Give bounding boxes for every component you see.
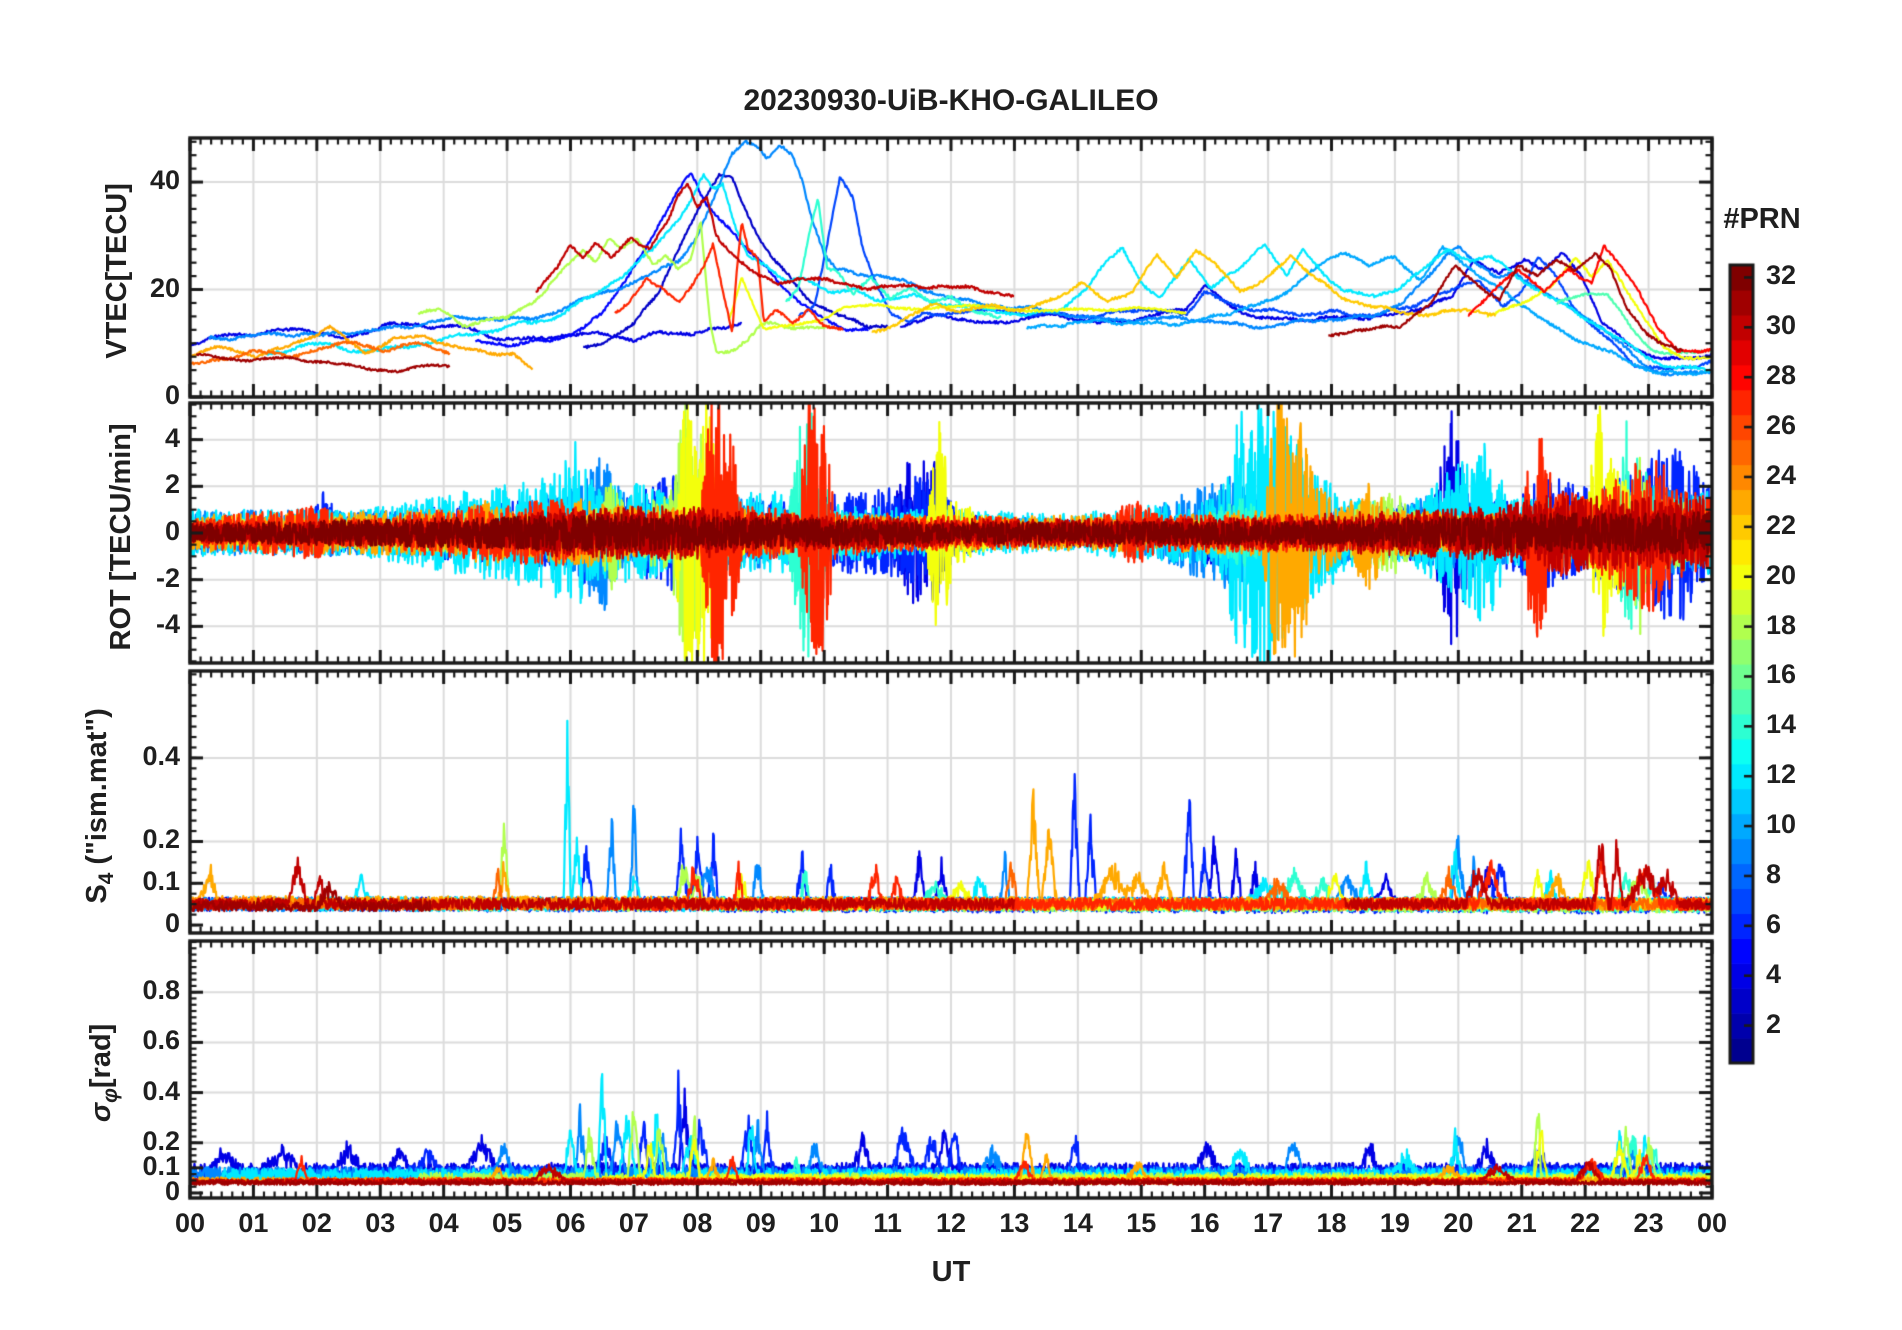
figure: 20230930-UiB-KHO-GALILEO VTEC[TECU] ROT …: [0, 0, 1902, 1330]
colorbar-tick-label: 14: [1766, 709, 1796, 740]
y-tick-label: 40: [0, 165, 180, 196]
colorbar-tick-label: 28: [1766, 360, 1796, 391]
y-tick-label: 0.2: [0, 824, 180, 855]
y-tick-label: 0.1: [0, 866, 180, 897]
y-tick-label: 20: [0, 273, 180, 304]
colorbar-tick-label: 18: [1766, 610, 1796, 641]
colorbar-title: #PRN: [1700, 203, 1824, 236]
y-tick-label: 0: [0, 516, 180, 547]
chart-title: 20230930-UiB-KHO-GALILEO: [190, 84, 1712, 118]
y-tick-label: 0.4: [0, 1076, 180, 1107]
colorbar-tick-label: 22: [1766, 510, 1796, 541]
colorbar-tick-label: 4: [1766, 959, 1781, 990]
colorbar-tick-label: 6: [1766, 909, 1781, 940]
y-tick-label: 0: [0, 908, 180, 939]
y-tick-label: 2: [0, 469, 180, 500]
colorbar-tick-label: 8: [1766, 859, 1781, 890]
colorbar-tick-label: 20: [1766, 560, 1796, 591]
y-tick-label: 4: [0, 423, 180, 454]
y-tick-label: 0.2: [0, 1126, 180, 1157]
y-tick-label: -2: [0, 563, 180, 594]
colorbar-tick-label: 26: [1766, 410, 1796, 441]
colorbar-tick-label: 32: [1766, 260, 1796, 291]
colorbar-tick-label: 16: [1766, 659, 1796, 690]
sigma-phi-panel: [190, 941, 1712, 1198]
s4-panel: [190, 671, 1712, 933]
colorbar-tick-label: 10: [1766, 809, 1796, 840]
colorbar-tick-label: 12: [1766, 759, 1796, 790]
vtec-panel: [190, 138, 1712, 397]
y-tick-label: 0.6: [0, 1025, 180, 1056]
colorbar-tick-label: 30: [1766, 310, 1796, 341]
rot-panel: [190, 403, 1712, 663]
colorbar-tick-label: 24: [1766, 460, 1796, 491]
y-tick-label: 0: [0, 380, 180, 411]
y-tick-label: 0.8: [0, 975, 180, 1006]
y-tick-label: 0.4: [0, 741, 180, 772]
y-tick-label: -4: [0, 609, 180, 640]
prn-colorbar: [1730, 265, 1753, 1063]
colorbar-tick-label: 2: [1766, 1009, 1781, 1040]
x-tick-label: 00: [1670, 1208, 1754, 1239]
x-axis-label: UT: [190, 1256, 1712, 1289]
